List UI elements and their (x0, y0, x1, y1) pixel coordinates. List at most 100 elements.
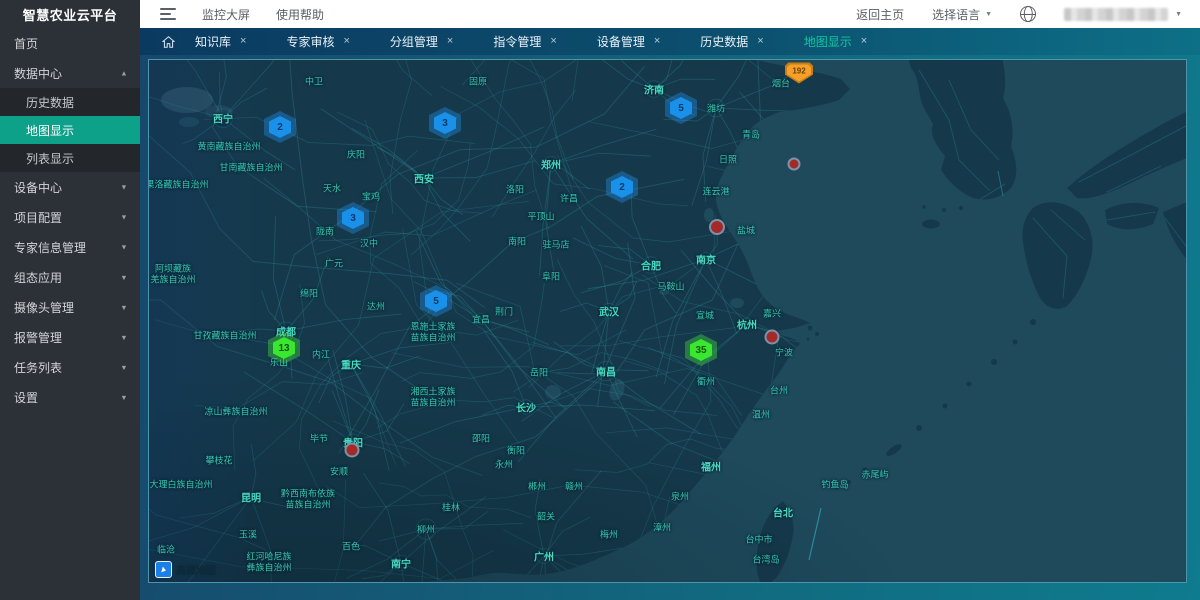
map-city-label: 温州 (752, 408, 770, 421)
map-city-label: 百色 (342, 540, 360, 553)
map-dot-marker-red[interactable] (765, 330, 780, 345)
sidebar-item-project-config[interactable]: 项目配置▼ (0, 202, 140, 232)
map-city-label: 马鞍山 (657, 280, 684, 293)
tab-knowledge-base[interactable]: 知识库× (195, 33, 246, 50)
map-city-label: 驻马店 (542, 238, 569, 251)
badge-count: 192 (787, 64, 811, 81)
map-attribution[interactable]: 高德地图 (155, 561, 216, 578)
map-cluster-marker-blue[interactable]: 3 (429, 107, 461, 139)
globe-icon[interactable] (1020, 6, 1036, 22)
language-select[interactable]: 选择语言 ▼ (932, 6, 992, 23)
map-city-label: 连云港 (702, 185, 729, 198)
close-icon[interactable]: × (343, 36, 349, 47)
map-badge-marker-orange[interactable]: 192 (785, 62, 813, 83)
home-tab-icon[interactable] (162, 36, 175, 48)
header-left: 监控大屏 使用帮助 (140, 6, 324, 23)
map-city-label: 大理白族自治州 (149, 478, 212, 491)
map-city-label: 阿坝藏族 (155, 262, 191, 275)
map-cluster-marker-green[interactable]: 13 (268, 332, 300, 364)
map-city-label: 台湾岛 (752, 553, 779, 566)
map-cluster-marker-green[interactable]: 35 (685, 334, 717, 366)
map-city-label: 合肥 (641, 258, 661, 273)
map-city-label: 韶关 (537, 510, 555, 523)
map-dot-marker-red[interactable] (709, 219, 725, 235)
chevron-down-icon: ▼ (120, 273, 127, 281)
sidebar-item-camera-mgmt[interactable]: 摄像头管理▼ (0, 292, 140, 322)
sidebar-item-device-center[interactable]: 设备中心▼ (0, 172, 140, 202)
sidebar-item-alarm-mgmt[interactable]: 报警管理▼ (0, 322, 140, 352)
sidebar-collapse-icon[interactable] (160, 8, 176, 20)
chevron-down-icon: ▼ (120, 183, 127, 191)
close-icon[interactable]: × (654, 36, 660, 47)
map-city-label: 彝族自治州 (246, 561, 291, 574)
tab-label: 专家审核 (286, 33, 334, 50)
tab-device-mgmt[interactable]: 设备管理× (597, 33, 660, 50)
sidebar-item-expert-info[interactable]: 专家信息管理▼ (0, 232, 140, 262)
map-city-label: 梅州 (600, 528, 618, 541)
map-city-label: 盐城 (737, 224, 755, 237)
app-title: 智慧农业云平台 (0, 0, 140, 28)
tab-history-data[interactable]: 历史数据 × (700, 33, 763, 50)
sidebar-item-label: 地图显示 (26, 122, 74, 139)
sidebar-item-list-display[interactable]: 列表显示 (0, 144, 140, 172)
sidebar-item-task-list[interactable]: 任务列表▼ (0, 352, 140, 382)
tab-label: 历史数据 (700, 33, 748, 50)
sidebar-item-home[interactable]: 首页 (0, 28, 140, 58)
sidebar-item-settings[interactable]: 设置▼ (0, 382, 140, 412)
user-dropdown[interactable]: ▼ (1064, 8, 1182, 21)
close-icon[interactable]: × (757, 36, 763, 47)
map-dot-marker-red[interactable] (788, 158, 801, 171)
sidebar-item-data-center[interactable]: 数据中心▲ (0, 58, 140, 88)
sidebar-item-scada-apps[interactable]: 组态应用▼ (0, 262, 140, 292)
chevron-down-icon: ▼ (120, 333, 127, 341)
back-home-link[interactable]: 返回主页 (856, 6, 904, 23)
close-icon[interactable]: × (550, 36, 556, 47)
map-dot-marker-red[interactable] (345, 443, 360, 458)
close-icon[interactable]: × (240, 36, 246, 47)
sidebar-item-map-display[interactable]: 地图显示 (0, 116, 140, 144)
map-city-label: 攀枝花 (205, 454, 232, 467)
map-cluster-marker-blue[interactable]: 2 (606, 171, 638, 203)
map-city-label: 青岛 (742, 128, 760, 141)
sidebar-item-label: 历史数据 (26, 94, 74, 111)
map-city-label: 赣州 (565, 480, 583, 493)
tab-command-mgmt[interactable]: 指令管理× (493, 33, 556, 50)
menu-monitor-screen[interactable]: 监控大屏 (202, 6, 250, 23)
map-city-label: 杭州 (737, 317, 757, 332)
map-cluster-marker-blue[interactable]: 5 (665, 92, 697, 124)
tab-expert-review[interactable]: 专家审核 × (286, 33, 349, 50)
map-cluster-marker-blue[interactable]: 2 (264, 111, 296, 143)
map-overlay: 西宁中卫固原黄南藏族自治州甘南藏族自治州果洛藏族自治州庆阳天水宝鸡西安洛阳郑州许… (149, 60, 1186, 582)
map-city-label: 玉溪 (239, 528, 257, 541)
map-city-label: 长沙 (516, 400, 536, 415)
map-city-label: 衡阳 (507, 444, 525, 457)
map-city-label: 南宁 (391, 556, 411, 571)
tab-list: 知识库×专家审核×分组管理×指令管理×设备管理×历史数据×地图显示× (195, 33, 907, 50)
amap-logo-icon (155, 561, 172, 578)
map-city-label: 福州 (701, 459, 721, 474)
map-city-label: 苗族自治州 (410, 331, 455, 344)
menu-usage-help[interactable]: 使用帮助 (276, 6, 324, 23)
sidebar-item-history-data[interactable]: 历史数据 (0, 88, 140, 116)
map-canvas[interactable]: 西宁中卫固原黄南藏族自治州甘南藏族自治州果洛藏族自治州庆阳天水宝鸡西安洛阳郑州许… (148, 59, 1187, 583)
chevron-down-icon: ▼ (120, 243, 127, 251)
map-city-label: 荆门 (495, 305, 513, 318)
map-city-label: 陇南 (316, 225, 334, 238)
tab-bar: 知识库×专家审核×分组管理×指令管理×设备管理×历史数据×地图显示× (140, 28, 1200, 55)
map-city-label: 烟台 (772, 77, 790, 90)
tab-group-mgmt[interactable]: 分组管理× (390, 33, 453, 50)
map-city-label: 武汉 (599, 304, 619, 319)
tab-map-display[interactable]: 地图显示× (804, 33, 867, 50)
close-icon[interactable]: × (861, 36, 867, 47)
map-city-label: 潍坊 (707, 102, 725, 115)
map-cluster-marker-blue[interactable]: 5 (420, 285, 452, 317)
map-city-label: 南阳 (508, 235, 526, 248)
map-city-label: 泉州 (671, 490, 689, 503)
map-city-label: 宁波 (775, 346, 793, 359)
map-city-label: 临沧 (157, 543, 175, 556)
map-city-label: 洛阳 (506, 183, 524, 196)
close-icon[interactable]: × (447, 36, 453, 47)
map-cluster-marker-blue[interactable]: 3 (337, 202, 369, 234)
map-city-label: 甘南藏族自治州 (219, 161, 282, 174)
map-city-label: 郑州 (541, 157, 561, 172)
